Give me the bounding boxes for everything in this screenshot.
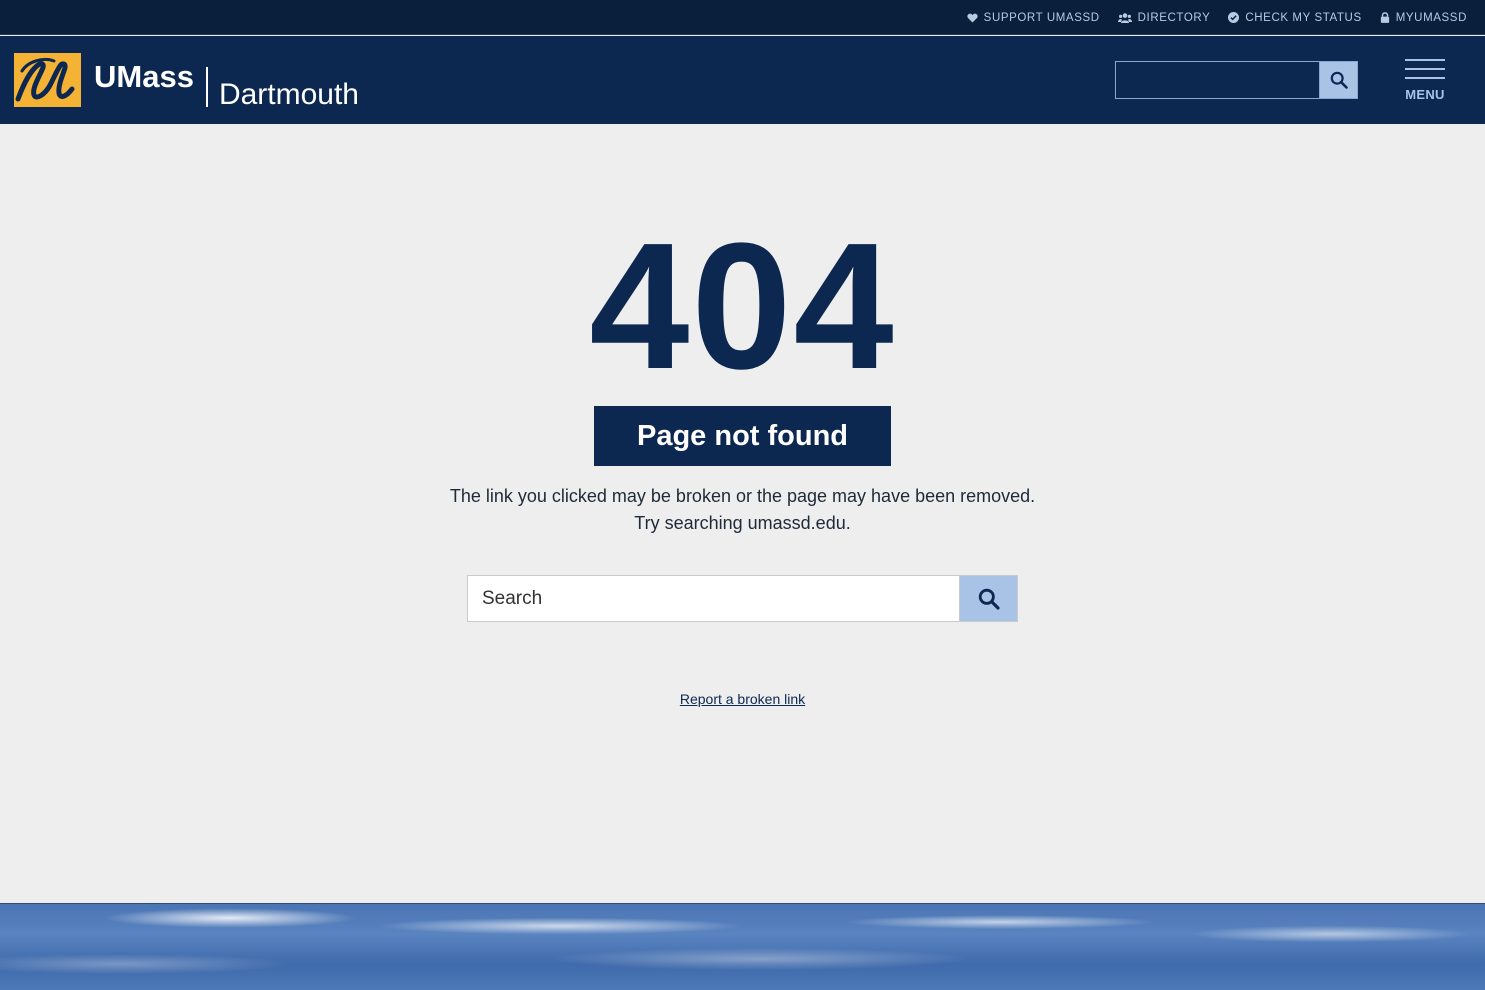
main-search-button[interactable] (960, 575, 1018, 622)
error-code: 404 (589, 206, 896, 407)
directory-link[interactable]: DIRECTORY (1117, 11, 1211, 24)
support-umassd-label: SUPPORT UMASSD (983, 11, 1100, 24)
check-my-status-link[interactable]: CHECK MY STATUS (1228, 12, 1361, 24)
lock-icon (1380, 12, 1389, 23)
support-umassd-link[interactable]: SUPPORT UMASSD (967, 12, 1100, 24)
logo-umass-text: UMass (94, 59, 194, 94)
umass-dartmouth-logo[interactable]: UMass Dartmouth (14, 53, 359, 111)
search-icon (1330, 71, 1348, 89)
error-message-line1: The link you clicked may be broken or th… (449, 486, 1036, 506)
header-search-input[interactable] (1115, 61, 1320, 99)
main-search-input[interactable] (467, 575, 960, 622)
hamburger-line (1405, 77, 1445, 79)
myumassd-link[interactable]: MYUMASSD (1380, 12, 1467, 24)
main-search (467, 575, 1018, 622)
umass-u-logo-icon (14, 53, 81, 107)
site-header: UMass Dartmouth MENU (0, 36, 1485, 124)
report-link-wrapper: Report a broken link (0, 691, 1485, 709)
logo-divider (205, 67, 208, 107)
hamburger-icon (1405, 59, 1445, 61)
check-circle-icon (1228, 12, 1240, 23)
footer-sky-image (0, 903, 1485, 990)
menu-button[interactable]: MENU (1404, 59, 1446, 103)
header-search (1115, 61, 1358, 99)
search-icon (978, 588, 1000, 610)
header-search-button[interactable] (1320, 61, 1358, 99)
logo-dartmouth-text: Dartmouth (218, 78, 359, 111)
page-not-found-heading: Page not found (594, 406, 891, 466)
error-message-line2: Try searching umassd.edu. (634, 513, 851, 533)
heart-icon (967, 13, 978, 23)
hamburger-line (1405, 68, 1445, 70)
utility-bar: SUPPORT UMASSD DIRECTORY CHECK MY STATUS… (0, 0, 1485, 35)
directory-label: DIRECTORY (1137, 11, 1211, 24)
users-icon (1117, 12, 1132, 23)
myumassd-label: MYUMASSD (1395, 11, 1467, 24)
report-broken-link[interactable]: Report a broken link (680, 691, 805, 707)
check-my-status-label: CHECK MY STATUS (1245, 11, 1362, 24)
utility-nav: SUPPORT UMASSD DIRECTORY CHECK MY STATUS… (967, 0, 1467, 35)
menu-label: MENU (1405, 87, 1445, 102)
